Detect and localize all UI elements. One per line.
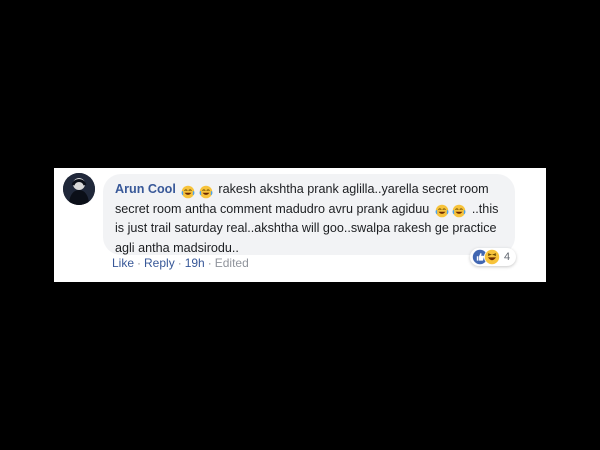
comment-text: secret room antha comment madudro avru p… bbox=[115, 201, 430, 216]
separator-dot: · bbox=[177, 256, 182, 270]
laughing-emoji-icon bbox=[181, 185, 195, 198]
comment-line-2: secret room antha comment madudro avru p… bbox=[115, 200, 503, 220]
comment-line-3: is just trail saturday real..akshtha wil… bbox=[115, 219, 503, 239]
reactions-summary[interactable]: 4 bbox=[470, 248, 517, 266]
reaction-count: 4 bbox=[504, 251, 511, 263]
like-link[interactable]: Like bbox=[112, 256, 134, 270]
haha-icon bbox=[484, 249, 500, 265]
comment-text: ..this bbox=[471, 201, 499, 216]
comment-actions: Like · Reply · 19h · Edited bbox=[112, 256, 249, 270]
comment-panel: Arun Cool rakesh akshtha prank aglilla..… bbox=[54, 168, 546, 282]
reply-link[interactable]: Reply bbox=[144, 256, 175, 270]
laughing-emoji-icon bbox=[452, 204, 466, 218]
comment-text: is just trail saturday real..akshtha wil… bbox=[115, 221, 497, 235]
emoji-group bbox=[181, 182, 213, 202]
timestamp-link[interactable]: 19h bbox=[185, 256, 205, 270]
laughing-emoji-icon bbox=[435, 204, 449, 218]
avatar[interactable] bbox=[63, 173, 95, 205]
separator-dot: · bbox=[137, 256, 142, 270]
comment-bubble: Arun Cool rakesh akshtha prank aglilla..… bbox=[103, 174, 515, 255]
comment-text: agli antha madsirodu.. bbox=[115, 240, 239, 255]
comment-text: rakesh akshtha prank aglilla..yarella se… bbox=[218, 182, 489, 196]
author-name[interactable]: Arun Cool bbox=[115, 182, 176, 196]
laughing-emoji-icon bbox=[199, 185, 213, 198]
profile-photo-icon bbox=[63, 173, 95, 205]
separator-dot: · bbox=[207, 256, 212, 270]
comment-line-1: Arun Cool rakesh akshtha prank aglilla..… bbox=[115, 180, 503, 200]
edited-label[interactable]: Edited bbox=[215, 256, 249, 270]
